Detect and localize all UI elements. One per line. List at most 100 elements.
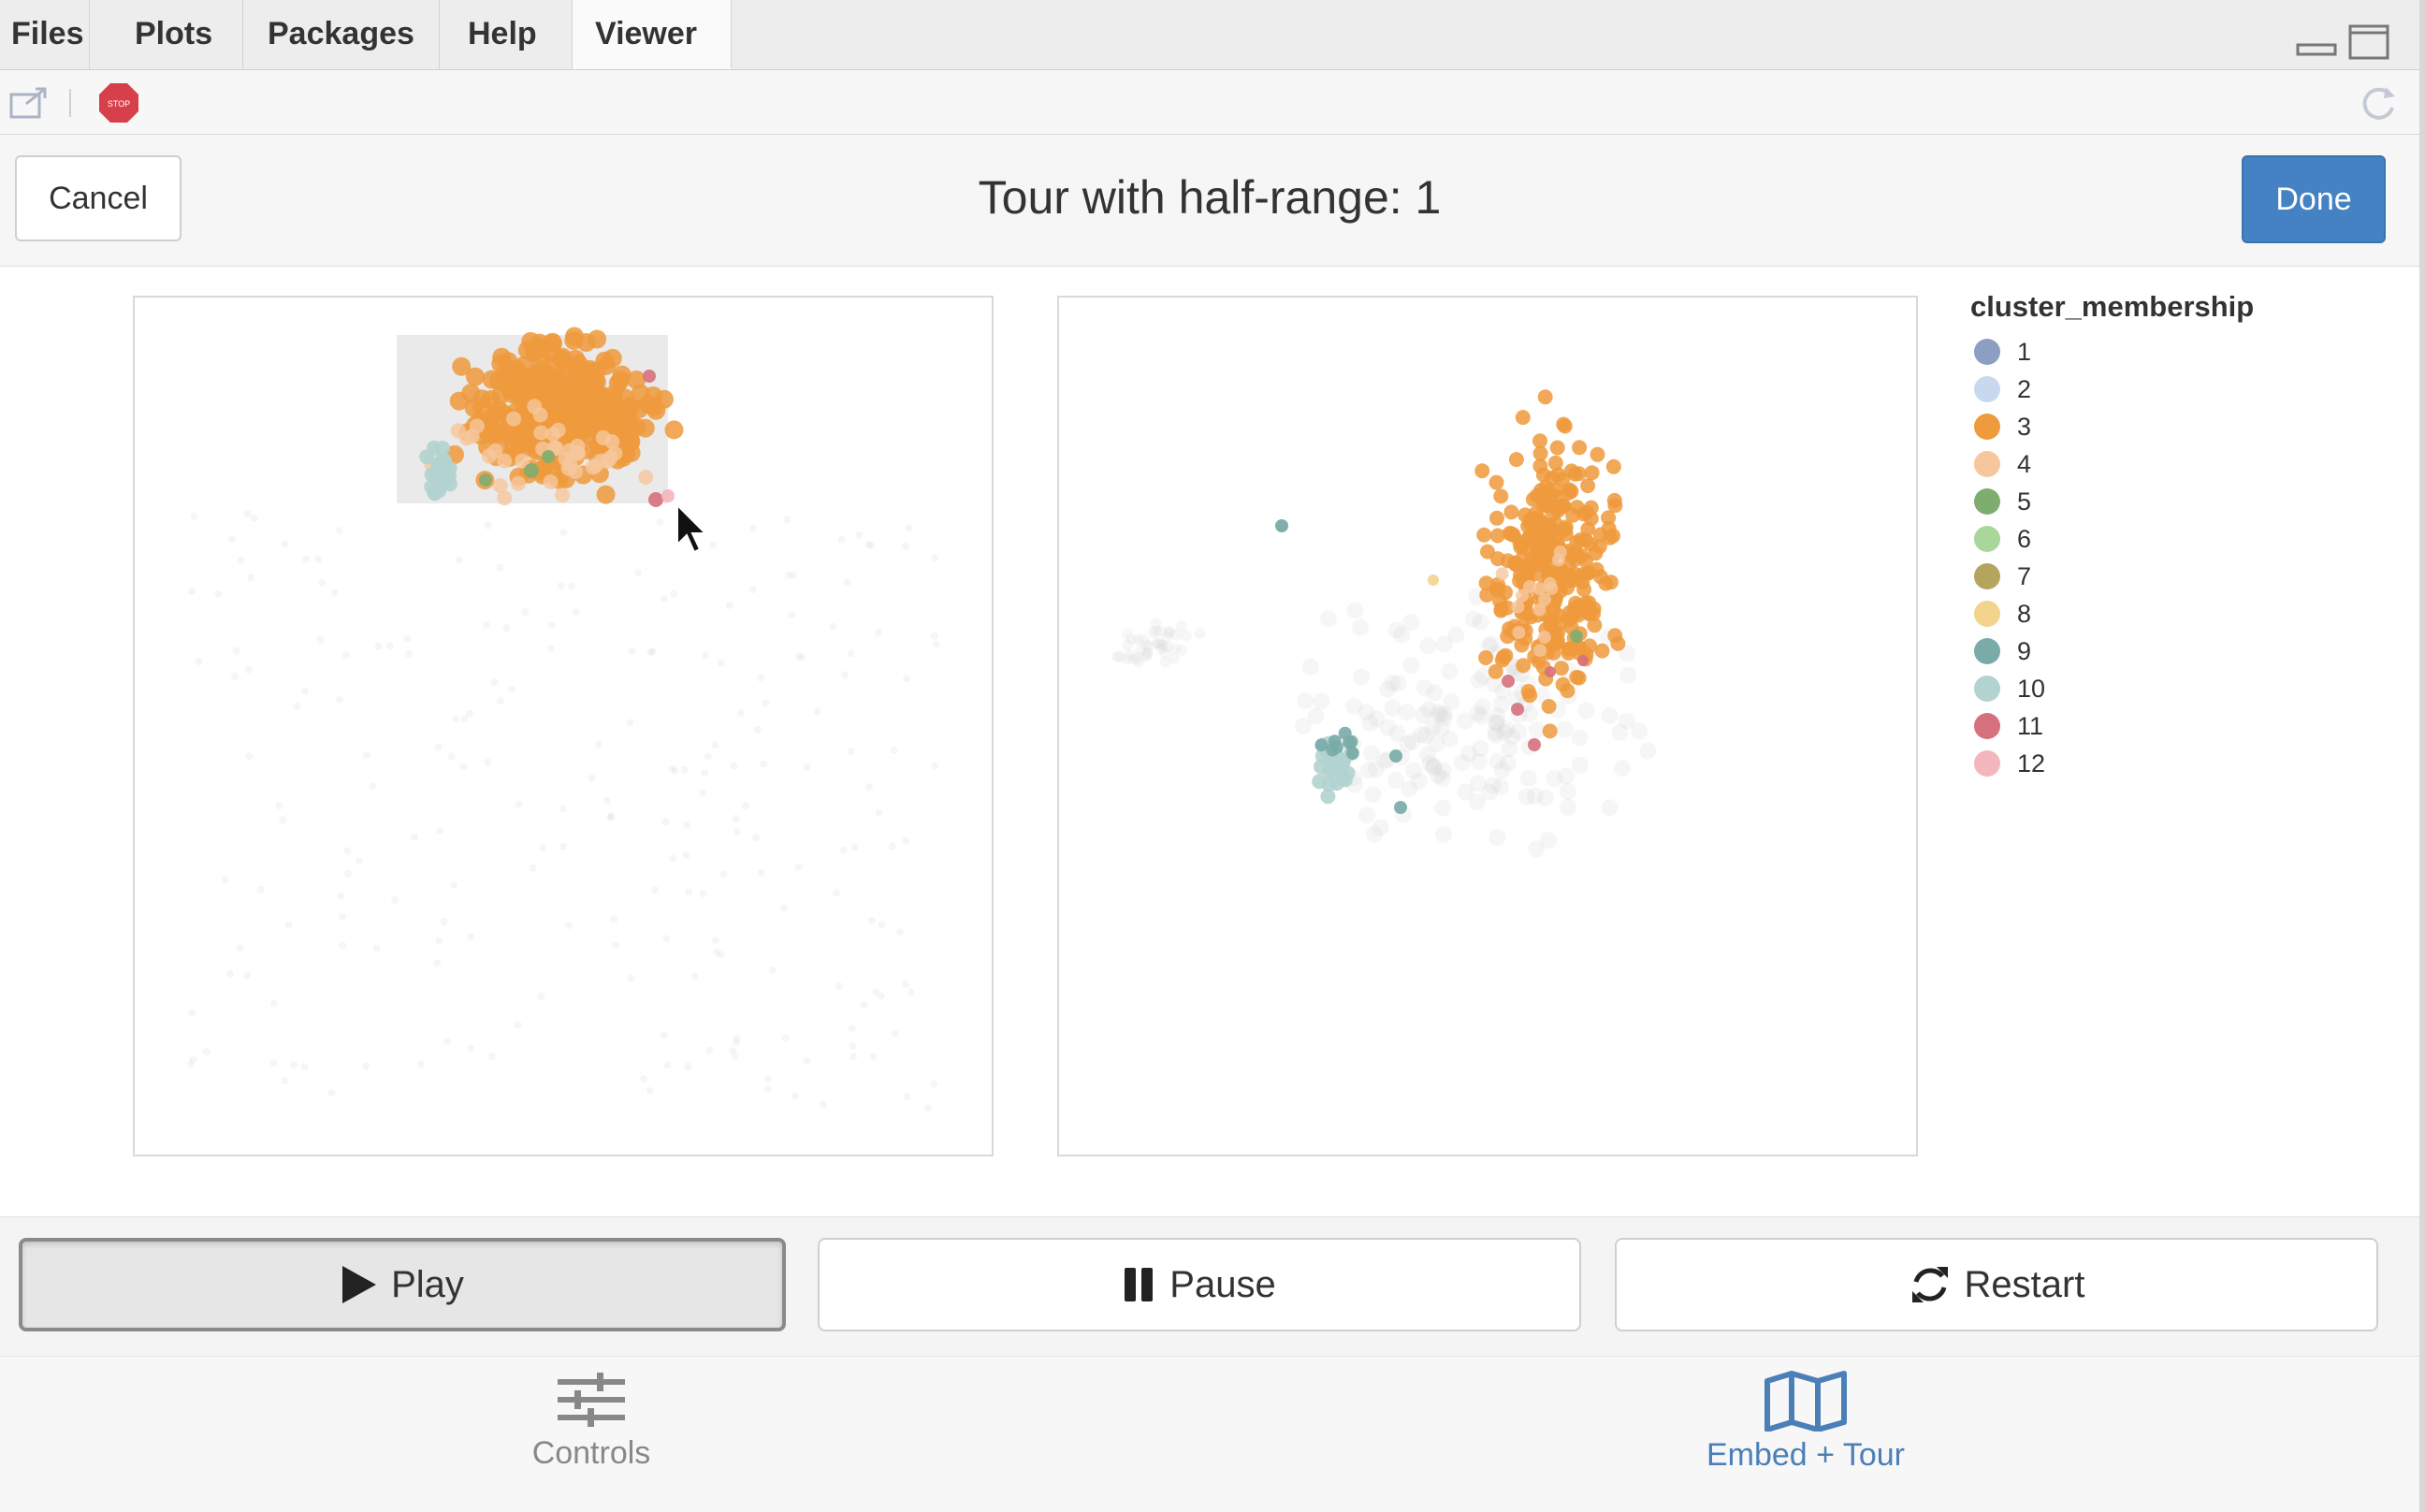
faded-point <box>719 870 728 879</box>
faded-point <box>699 890 707 897</box>
faded-point <box>1441 730 1459 748</box>
faded-point <box>626 719 634 727</box>
pause-button[interactable]: Pause <box>818 1238 1581 1331</box>
maximize-icon[interactable] <box>2348 24 2389 62</box>
scatter-point <box>1542 723 1558 739</box>
scatter-point <box>1570 630 1583 643</box>
tab-files[interactable]: Files <box>0 0 90 69</box>
faded-point <box>849 1042 857 1050</box>
scatter-point <box>1489 510 1504 526</box>
faded-point <box>691 972 699 981</box>
tab-label: Help <box>468 16 537 51</box>
legend-item: 3 <box>1970 408 2254 445</box>
scatter-point <box>1476 527 1492 543</box>
scatter-point <box>1488 474 1504 490</box>
faded-point <box>391 895 399 904</box>
faded-point <box>699 789 707 797</box>
tab-plots[interactable]: Plots <box>90 0 243 69</box>
scatter-point <box>507 428 527 447</box>
faded-point <box>1473 707 1490 725</box>
faded-point <box>779 904 788 912</box>
playback-controls: Play Pause Restart <box>0 1216 2419 1357</box>
tab-packages[interactable]: Packages <box>243 0 440 69</box>
faded-point <box>318 578 327 587</box>
faded-point <box>1460 745 1477 763</box>
legend-label: 3 <box>2017 412 2032 441</box>
scatter-point <box>1545 666 1556 677</box>
viewer-toolbar: STOP <box>0 70 2425 135</box>
faded-point <box>487 1053 496 1061</box>
scatter-point <box>1488 663 1503 679</box>
tour-plot[interactable] <box>1057 296 1918 1156</box>
scatter-point <box>511 475 527 491</box>
scatter-point <box>491 385 511 405</box>
legend-items: 1 2 3 4 5 6 7 8 9 10 11 12 <box>1970 333 2254 782</box>
faded-point <box>713 948 720 956</box>
faded-point <box>1639 742 1657 760</box>
faded-point <box>1168 652 1180 664</box>
embedding-plot-canvas[interactable] <box>135 298 992 1155</box>
legend-swatch <box>1974 601 2000 627</box>
restart-label: Restart <box>1964 1263 2085 1305</box>
faded-point <box>1405 762 1423 779</box>
faded-point <box>888 842 896 850</box>
faded-point <box>538 844 546 851</box>
faded-point <box>269 999 278 1008</box>
faded-point <box>769 966 777 974</box>
faded-point <box>1360 762 1378 779</box>
tab-help[interactable]: Help <box>440 0 573 69</box>
svg-text:STOP: STOP <box>108 99 130 109</box>
refresh-icon[interactable] <box>2358 83 2399 124</box>
legend-label: 9 <box>2017 636 2032 665</box>
embedding-plot[interactable] <box>133 296 994 1156</box>
faded-point <box>634 569 642 577</box>
play-button[interactable]: Play <box>19 1238 786 1331</box>
scatter-point <box>1389 749 1402 763</box>
tab-controls[interactable]: Controls <box>404 1370 778 1472</box>
faded-point <box>447 752 456 761</box>
faded-point <box>1124 648 1136 661</box>
popout-icon[interactable] <box>7 85 51 123</box>
faded-point <box>529 864 537 872</box>
legend-title: cluster_membership <box>1970 290 2255 323</box>
scatter-point <box>1511 703 1524 716</box>
faded-point <box>195 657 203 665</box>
faded-point <box>1384 675 1401 692</box>
faded-point <box>837 535 846 544</box>
done-button[interactable]: Done <box>2242 155 2386 243</box>
faded-point <box>660 1031 668 1040</box>
faded-point <box>662 935 671 943</box>
stop-icon[interactable]: STOP <box>97 81 140 124</box>
faded-point <box>607 812 616 821</box>
scatter-point <box>1503 526 1519 542</box>
faded-point <box>1556 720 1574 738</box>
faded-point <box>247 574 255 582</box>
faded-point <box>362 751 370 760</box>
legend-swatch <box>1974 713 2000 739</box>
minimize-icon[interactable] <box>2296 24 2337 58</box>
faded-point <box>864 540 873 548</box>
scatter-point <box>472 398 492 417</box>
faded-point <box>435 937 443 945</box>
faded-point <box>1601 706 1619 724</box>
faded-point <box>684 1062 692 1070</box>
tab-embed-tour[interactable]: Embed + Tour <box>1619 1370 1993 1474</box>
scatter-point <box>1549 440 1565 456</box>
scatter-point <box>427 485 443 501</box>
faded-point <box>860 1001 868 1010</box>
tab-viewer[interactable]: Viewer <box>573 0 732 69</box>
scatter-point <box>469 418 485 434</box>
scatter-point <box>588 458 603 473</box>
scatter-point <box>1605 528 1620 544</box>
scatter-point <box>1320 789 1336 805</box>
scatter-point <box>1275 519 1288 532</box>
scatter-point <box>458 430 474 446</box>
faded-point <box>839 846 848 854</box>
scatter-point <box>525 374 545 394</box>
toolbar-separator <box>69 89 71 117</box>
restart-button[interactable]: Restart <box>1615 1238 2378 1331</box>
faded-point <box>878 921 886 929</box>
scatter-point <box>1515 537 1530 553</box>
scatter-point <box>492 347 512 367</box>
gadget-title-bar: Cancel Tour with half-range: 1 Done <box>0 135 2419 267</box>
